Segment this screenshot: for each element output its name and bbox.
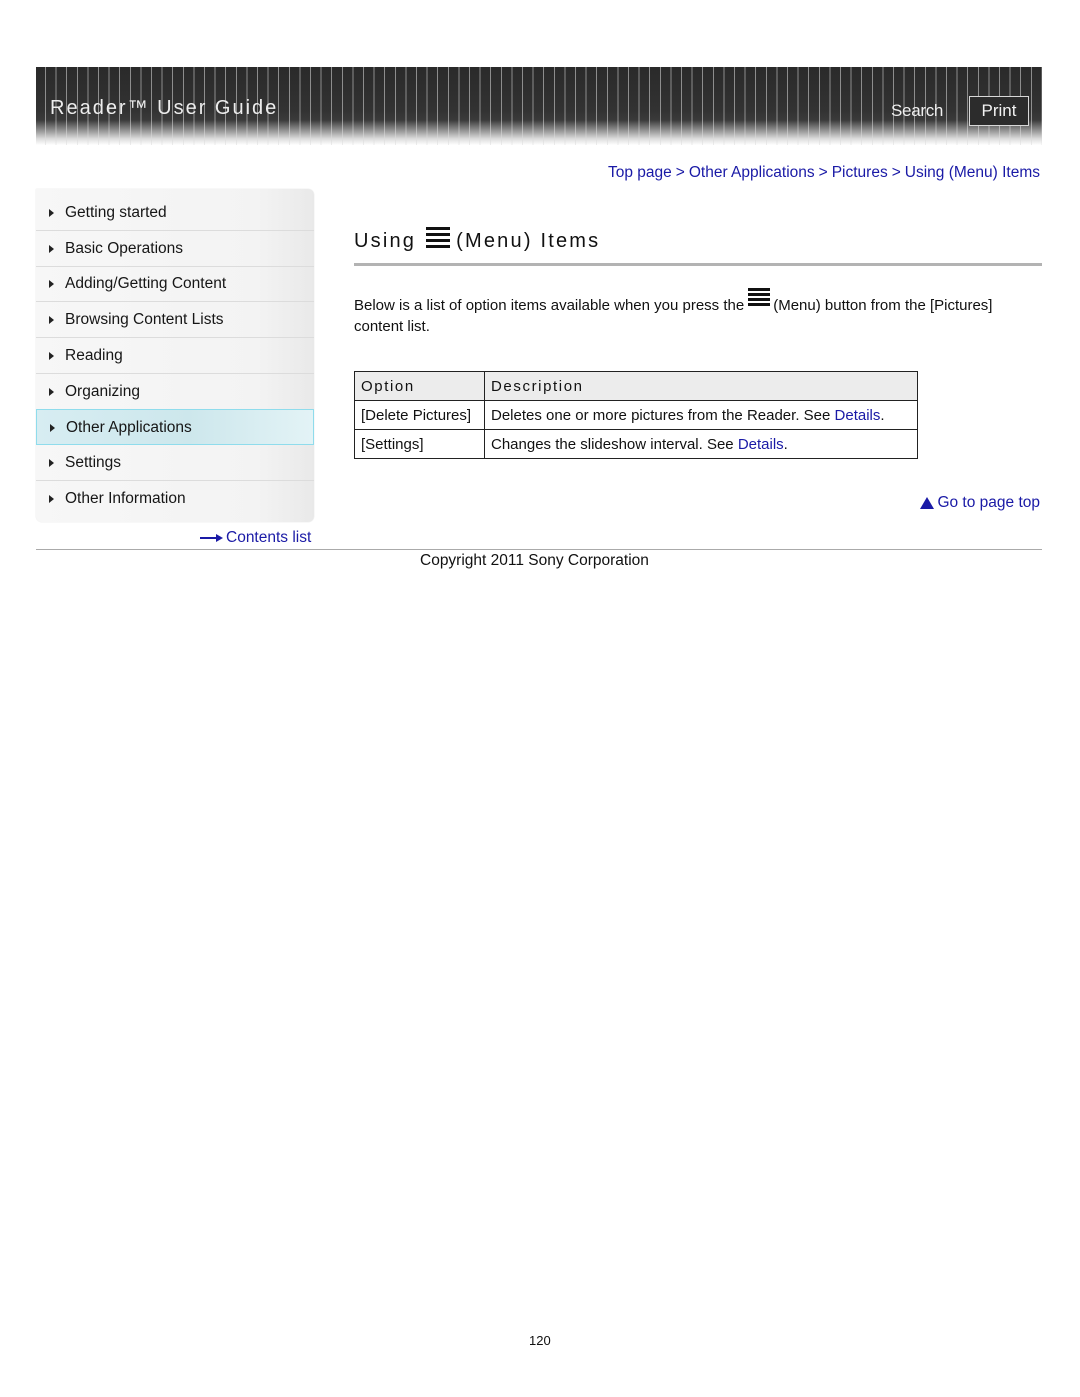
print-button[interactable]: Print	[969, 96, 1029, 126]
arrow-right-icon	[50, 424, 55, 432]
sidebar-item-label: Settings	[65, 454, 122, 471]
sidebar-item-basic-operations[interactable]: Basic Operations	[36, 231, 314, 267]
go-to-page-top-label: Go to page top	[937, 494, 1040, 511]
breadcrumb-separator: >	[818, 164, 828, 181]
guide-title: Reader™ User Guide	[50, 97, 279, 119]
table-row: [Settings] Changes the slideshow interva…	[354, 429, 918, 459]
arrow-right-icon	[49, 209, 54, 217]
breadcrumb-current[interactable]: Using (Menu) Items	[905, 164, 1040, 181]
breadcrumb-separator: >	[675, 164, 685, 181]
search-button[interactable]: Search	[891, 101, 943, 121]
footer-divider	[36, 549, 1042, 550]
menu-icon	[748, 288, 771, 310]
sidebar-item-settings[interactable]: Settings	[36, 445, 314, 481]
contents-list-label: Contents list	[226, 529, 312, 546]
column-header-description: Description	[484, 371, 918, 401]
arrow-right-icon	[49, 352, 54, 360]
menu-icon	[426, 226, 451, 249]
sidebar-item-browsing-content-lists[interactable]: Browsing Content Lists	[36, 302, 314, 338]
page-title-prefix: Using	[354, 230, 417, 252]
arrow-right-icon	[49, 495, 54, 503]
column-header-option: Option	[354, 371, 485, 401]
option-cell: [Settings]	[354, 429, 485, 459]
header-banner: Reader™ User Guide Search Print	[36, 67, 1042, 145]
arrow-right-icon	[49, 280, 54, 288]
breadcrumb-top-page[interactable]: Top page	[608, 164, 672, 181]
sidebar-item-other-applications[interactable]: Other Applications	[36, 409, 314, 445]
page-title: Using (Menu) Items	[354, 226, 601, 253]
arrow-right-icon	[200, 533, 224, 543]
sidebar-item-getting-started[interactable]: Getting started	[36, 195, 314, 231]
arrow-right-icon	[49, 388, 54, 396]
table-header-row: Option Description	[354, 371, 918, 401]
sidebar-item-label: Getting started	[65, 204, 167, 221]
breadcrumb: Top page > Other Applications > Pictures > Usi…	[608, 164, 1040, 182]
go-to-page-top-link[interactable]: Go to page top	[920, 494, 1040, 512]
intro-text-part1: Below is a list of option items availabl…	[354, 297, 745, 314]
option-cell: [Delete Pictures]	[354, 400, 485, 430]
contents-list-link[interactable]: Contents list	[200, 529, 311, 547]
sidebar-item-adding-getting-content[interactable]: Adding/Getting Content	[36, 266, 314, 302]
sidebar-item-label: Other Applications	[66, 419, 192, 436]
arrow-right-icon	[49, 459, 54, 467]
breadcrumb-pictures[interactable]: Pictures	[832, 164, 888, 181]
page-title-suffix: (Menu) Items	[456, 230, 601, 252]
sidebar-item-label: Adding/Getting Content	[65, 275, 227, 292]
description-cell: Changes the slideshow interval. See Deta…	[484, 429, 918, 459]
sidebar-item-other-information[interactable]: Other Information	[36, 481, 314, 517]
sidebar-item-label: Organizing	[65, 383, 140, 400]
options-table: Option Description [Delete Pictures] Del…	[354, 371, 918, 459]
copyright-text: Copyright 2011 Sony Corporation	[420, 552, 649, 569]
sidebar-item-label: Reading	[65, 347, 123, 364]
triangle-up-icon	[920, 497, 935, 509]
intro-paragraph: Below is a list of option items availabl…	[354, 288, 1044, 337]
sidebar-nav: Getting started Basic Operations Adding/…	[36, 189, 314, 522]
description-text: Changes the slideshow interval. See	[491, 435, 738, 453]
sidebar-item-label: Other Information	[65, 490, 186, 507]
sidebar-item-label: Browsing Content Lists	[65, 311, 224, 328]
sidebar-item-label: Basic Operations	[65, 240, 184, 257]
page-number: 120	[529, 1333, 551, 1348]
breadcrumb-separator: >	[891, 164, 901, 181]
details-link[interactable]: Details	[835, 407, 881, 424]
sidebar-item-reading[interactable]: Reading	[36, 338, 314, 374]
arrow-right-icon	[49, 245, 54, 253]
sidebar-item-organizing[interactable]: Organizing	[36, 374, 314, 410]
breadcrumb-other-applications[interactable]: Other Applications	[689, 164, 815, 181]
arrow-right-icon	[49, 316, 54, 324]
description-text: Deletes one or more pictures from the Re…	[491, 406, 835, 424]
description-tail: .	[783, 435, 788, 453]
details-link[interactable]: Details	[738, 436, 784, 453]
title-divider	[354, 263, 1042, 266]
description-tail: .	[880, 406, 885, 424]
table-row: [Delete Pictures] Deletes one or more pi…	[354, 400, 918, 430]
description-cell: Deletes one or more pictures from the Re…	[484, 400, 918, 430]
